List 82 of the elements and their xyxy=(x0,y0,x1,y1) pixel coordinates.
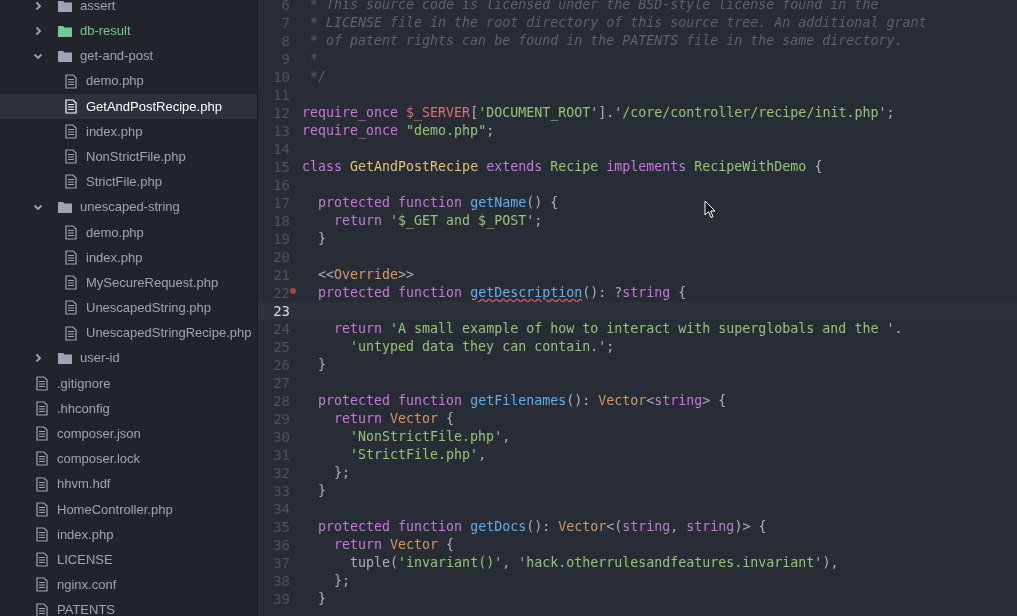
line-number: 23 xyxy=(273,301,290,321)
code-line: } xyxy=(317,356,327,375)
code-line: * of patent rights can be found in the PATENTS file in the same directory. xyxy=(309,32,903,51)
tree-item[interactable]: index.php xyxy=(0,118,257,145)
tree-item[interactable]: UnescapedString.php xyxy=(0,295,257,321)
code-line: protected function getName() { xyxy=(317,194,559,213)
code-line: 'StrictFile.php', xyxy=(349,446,487,465)
mouse-pointer-icon xyxy=(704,200,716,219)
chevron-icon[interactable] xyxy=(33,0,43,11)
file-icon xyxy=(65,149,77,165)
file-icon xyxy=(36,476,48,492)
code-line: * LICENSE file in the root directory of this source tree. An additional grant xyxy=(309,14,927,33)
tree-item[interactable]: NonStrictFile.php xyxy=(0,144,257,170)
file-icon xyxy=(65,174,77,190)
code-line: return '$_GET and $_POST'; xyxy=(333,212,543,231)
file-icon xyxy=(65,224,77,240)
tree-item[interactable]: assert xyxy=(0,0,257,19)
folder-icon xyxy=(58,24,72,37)
code-line: <<Override>> xyxy=(317,266,415,285)
code-line: */ xyxy=(309,68,327,87)
tree-item[interactable]: composer.json xyxy=(0,421,257,447)
code-line: require_once "demo.php"; xyxy=(302,122,495,141)
file-icon xyxy=(65,275,77,291)
file-icon xyxy=(65,124,77,140)
folder-icon xyxy=(58,49,72,62)
file-icon xyxy=(36,552,48,568)
code-line: class GetAndPostRecipe extends Recipe implements RecipeWithDemo { xyxy=(302,158,823,177)
code-line: return 'A small example of how to interact with superglobals and the '. xyxy=(333,320,903,339)
tree-item[interactable]: UnescapedStringRecipe.php xyxy=(0,320,257,346)
chevron-icon[interactable] xyxy=(33,202,43,213)
file-icon xyxy=(36,401,48,417)
chevron-icon[interactable] xyxy=(33,353,43,364)
code-line: protected function getFilenames(): Vector<string> { xyxy=(317,392,727,411)
file-icon xyxy=(36,375,48,391)
file-icon xyxy=(65,300,77,316)
tree-item[interactable]: demo.php xyxy=(0,219,257,245)
tree-item[interactable]: hhvm.hdf xyxy=(0,471,257,497)
file-icon xyxy=(65,73,77,89)
code-line: tuple('invariant()', 'hack.otherrulesandfeatures.invariant'), xyxy=(349,554,839,573)
code-line: } xyxy=(317,230,327,249)
code-line: * xyxy=(309,50,318,69)
tree-item[interactable]: db-result xyxy=(0,18,257,44)
folder-icon xyxy=(58,0,72,12)
code-line: }; xyxy=(333,572,351,591)
file-icon xyxy=(65,325,77,341)
code-line: 'untyped data they can contain.'; xyxy=(349,338,615,357)
file-icon xyxy=(36,602,48,616)
file-icon xyxy=(65,249,77,265)
tree-item[interactable]: user-id xyxy=(0,345,257,371)
code-line: 'NonStrictFile.php', xyxy=(349,428,511,447)
tree-item[interactable]: HomeController.php xyxy=(0,496,257,522)
folder-icon xyxy=(58,201,72,214)
tree-item[interactable]: get-and-post xyxy=(0,43,257,69)
tree-item[interactable]: index.php xyxy=(0,244,257,271)
tree-item[interactable]: .gitignore xyxy=(0,370,257,396)
file-icon xyxy=(36,426,48,442)
file-icon xyxy=(36,527,48,543)
file-icon xyxy=(36,577,48,593)
code-line: }; xyxy=(333,464,351,483)
tree-item[interactable]: demo.php xyxy=(0,68,257,94)
tree-item[interactable]: unescaped-string xyxy=(0,194,257,220)
chevron-icon[interactable] xyxy=(33,25,43,36)
tree-item[interactable]: MySecureRequest.php xyxy=(0,270,257,296)
tree-item[interactable]: StrictFile.php xyxy=(0,169,257,195)
tree-item[interactable]: composer.lock xyxy=(0,446,257,472)
tree-item[interactable]: .hhconfig xyxy=(0,396,257,422)
tree-item[interactable]: LICENSE xyxy=(0,547,257,573)
tree-item[interactable]: GetAndPostRecipe.php xyxy=(0,93,257,119)
file-icon xyxy=(36,501,48,517)
tree-item[interactable]: PATENTS xyxy=(0,597,257,616)
code-line: } xyxy=(317,590,327,609)
code-line: return Vector { xyxy=(333,410,455,429)
code-line: return Vector { xyxy=(333,536,455,555)
file-icon xyxy=(65,98,77,114)
code-line: protected function getDescription(): ?string { xyxy=(317,284,687,303)
file-icon xyxy=(36,451,48,467)
folder-icon xyxy=(58,352,72,365)
code-line: require_once $_SERVER['DOCUMENT_ROOT'].'/core/controller/recipe/init.php'; xyxy=(302,104,895,123)
code-line: protected function getDocs(): Vector<(string, string)> { xyxy=(317,518,767,537)
tree-item[interactable]: index.php xyxy=(0,521,257,548)
tree-item[interactable]: nginx.conf xyxy=(0,572,257,598)
code-line: } xyxy=(317,482,327,501)
